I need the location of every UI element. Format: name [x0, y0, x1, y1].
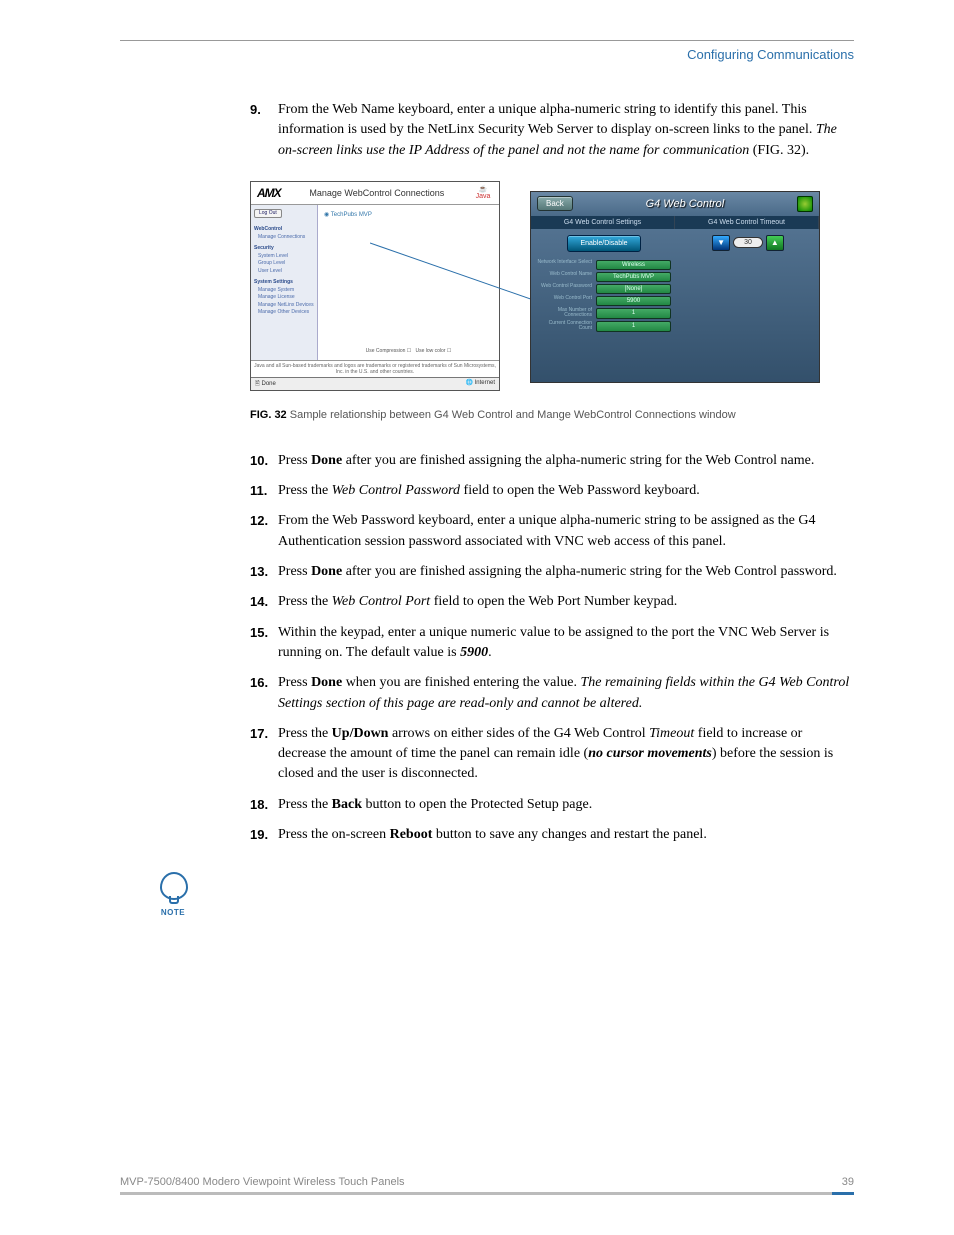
step-text: Press the on-screen Reboot button to sav…: [278, 825, 854, 845]
step-text: Press Done after you are finished assign…: [278, 451, 854, 471]
timeout-down-button[interactable]: ▼: [712, 235, 730, 251]
step-text: Press the Up/Down arrows on either sides…: [278, 724, 854, 785]
step-number: 12.: [250, 511, 278, 552]
status-zone: 🌐 Internet: [466, 379, 496, 389]
step-number: 14.: [250, 592, 278, 612]
settings-header: G4 Web Control Settings: [531, 216, 675, 229]
step-text: Press the Web Control Password field to …: [278, 481, 854, 501]
note-icon: NOTE: [160, 872, 186, 917]
timeout-value: 30: [733, 237, 763, 248]
page-number: 39: [842, 1176, 854, 1188]
section-header: Configuring Communications: [120, 47, 854, 62]
step-text: Within the keypad, enter a unique numeri…: [278, 623, 854, 664]
amx-logo: AMX: [257, 186, 281, 200]
logout-button[interactable]: Log Out: [254, 209, 282, 219]
step-number: 18.: [250, 795, 278, 815]
trademark-footer: Java and all Sun-based trademarks and lo…: [251, 360, 499, 377]
back-button[interactable]: Back: [537, 196, 573, 211]
web-control-password[interactable]: [None]: [596, 284, 671, 294]
figure-32: AMX Manage WebControl Connections ☕Java …: [250, 181, 854, 421]
panel-link[interactable]: TechPubs MVP: [324, 211, 493, 218]
step-text: From the Web Password keyboard, enter a …: [278, 511, 854, 552]
step-number: 13.: [250, 562, 278, 582]
max-connections: 1: [596, 308, 671, 319]
step-number: 11.: [250, 481, 278, 501]
g4-panel: Back G4 Web Control G4 Web Control Setti…: [530, 191, 820, 383]
window-title: Manage WebControl Connections: [309, 188, 444, 198]
step-number: 17.: [250, 724, 278, 785]
current-connections: 1: [596, 321, 671, 332]
step-text: Press Done when you are finished enterin…: [278, 673, 854, 714]
sidebar: Log Out WebControl Manage Connections Se…: [251, 205, 318, 360]
web-control-name[interactable]: TechPubs MVP: [596, 272, 671, 282]
exit-icon[interactable]: [797, 196, 813, 212]
status-done: 🖹 Done: [255, 379, 276, 389]
web-control-port[interactable]: 5900: [596, 296, 671, 306]
step-text: Press the Back button to open the Protec…: [278, 795, 854, 815]
step-number: 16.: [250, 673, 278, 714]
figure-caption: FIG. 32 Sample relationship between G4 W…: [250, 409, 854, 421]
step-text: Press Done after you are finished assign…: [278, 562, 854, 582]
step-number: 15.: [250, 623, 278, 664]
step-text: Press the Web Control Port field to open…: [278, 592, 854, 612]
webcontrol-window: AMX Manage WebControl Connections ☕Java …: [250, 181, 500, 391]
enable-button[interactable]: Enable/Disable: [567, 235, 640, 252]
network-select[interactable]: Wireless: [596, 260, 671, 270]
java-icon: ☕Java: [473, 186, 493, 200]
footer-product: MVP-7500/8400 Modero Viewpoint Wireless …: [120, 1176, 405, 1188]
timeout-up-button[interactable]: ▲: [766, 235, 784, 251]
step-number: 10.: [250, 451, 278, 471]
step-text: From the Web Name keyboard, enter a uniq…: [278, 100, 854, 161]
panel-title: G4 Web Control: [646, 198, 725, 210]
step-number: 19.: [250, 825, 278, 845]
step-number: 9.: [250, 100, 278, 161]
timeout-header: G4 Web Control Timeout: [675, 216, 819, 229]
